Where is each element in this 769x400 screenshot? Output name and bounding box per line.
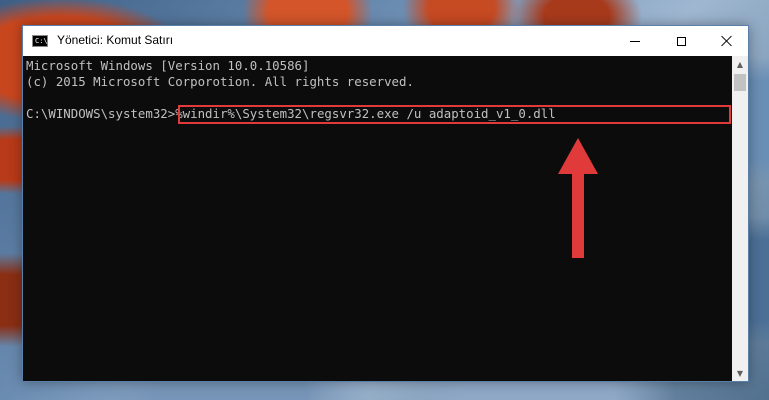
console-area[interactable]: Microsoft Windows [Version 10.0.10586] (… <box>23 56 732 381</box>
chevron-up-icon: ▲ <box>736 59 744 69</box>
maximize-icon <box>676 36 686 46</box>
console-version-line: Microsoft Windows [Version 10.0.10586] <box>26 58 310 73</box>
scroll-down-button[interactable]: ▼ <box>732 365 748 381</box>
command-prompt-window: C:\ Yönetici: Komut Satırı Microsoft Win… <box>22 25 749 382</box>
cmd-icon: C:\ <box>32 35 48 47</box>
scroll-up-button[interactable]: ▲ <box>732 56 748 72</box>
minimize-button[interactable] <box>612 26 658 56</box>
window-title: Yönetici: Komut Satırı <box>57 33 174 47</box>
scroll-thumb[interactable] <box>734 74 746 91</box>
close-icon <box>721 35 733 47</box>
cmd-icon-prompt: C:\ <box>35 37 48 45</box>
title-bar[interactable]: C:\ Yönetici: Komut Satırı <box>23 26 748 56</box>
maximize-button[interactable] <box>658 26 704 56</box>
minimize-icon <box>630 40 640 42</box>
vertical-scrollbar[interactable]: ▲ ▼ <box>732 56 748 381</box>
console-copyright-line: (c) 2015 Microsoft Corporotion. All righ… <box>26 74 414 89</box>
console-prompt: C:\WINDOWS\system32> <box>26 106 176 121</box>
command-highlight-box <box>178 105 731 124</box>
close-button[interactable] <box>704 26 750 56</box>
up-arrow-icon <box>558 138 598 258</box>
chevron-down-icon: ▼ <box>736 368 744 378</box>
